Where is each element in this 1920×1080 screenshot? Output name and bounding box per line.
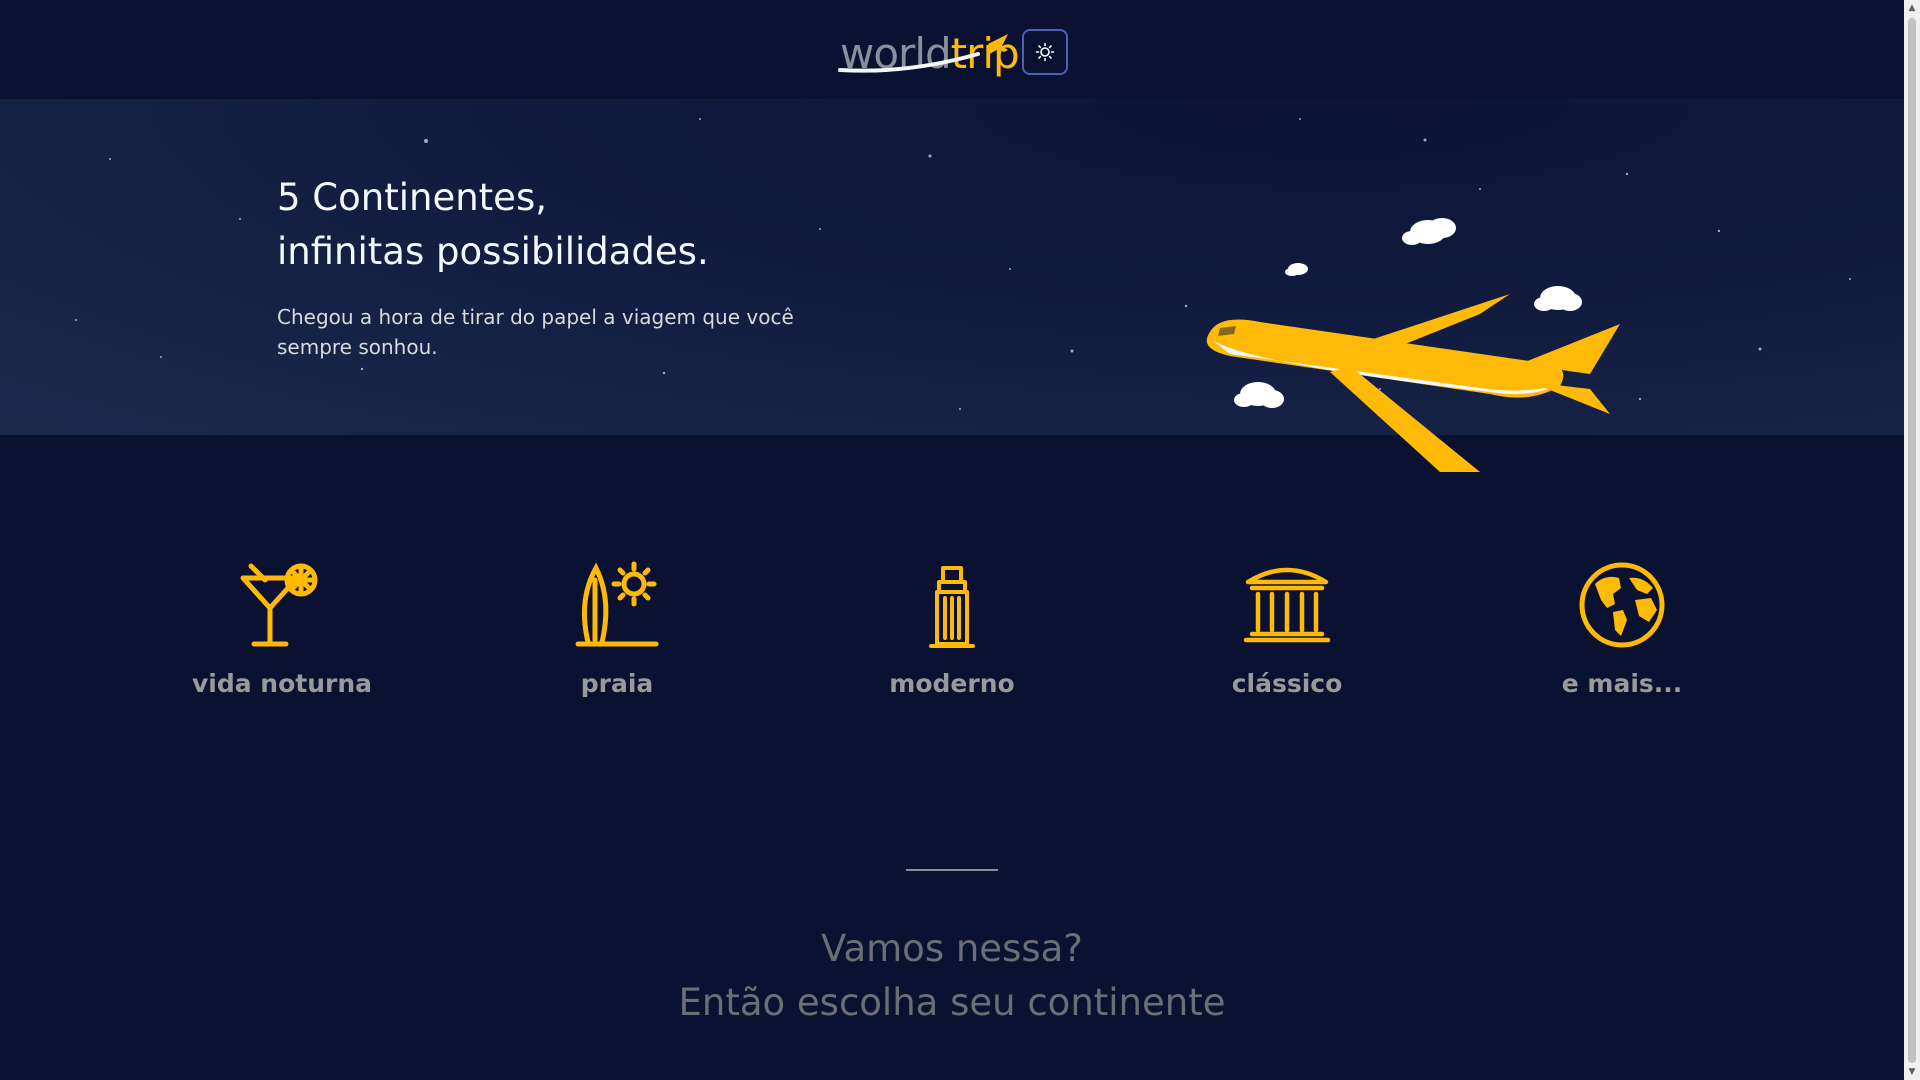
travel-type-praia[interactable]: praia: [507, 560, 727, 702]
travel-type-label: praia: [580, 669, 654, 698]
hero-banner: 5 Continentes, infinitas possibilidades.…: [0, 99, 1904, 472]
theme-toggle-button[interactable]: [1022, 29, 1068, 75]
hero-title: 5 Continentes, infinitas possibilidades.: [277, 176, 709, 273]
globe-icon: [1579, 562, 1665, 648]
travel-type-label: clássico: [1231, 669, 1343, 698]
scrollbar-thumb[interactable]: [1908, 18, 1916, 1063]
hero-subtitle: Chegou a hora de tirar do papel a viagem…: [277, 305, 794, 359]
museum-icon: [1243, 567, 1331, 643]
vertical-scrollbar[interactable]: ▲ ▼: [1904, 0, 1920, 1080]
scroll-up-arrow-icon[interactable]: ▲: [1904, 0, 1920, 16]
worldtrip-logo[interactable]: worldtrip: [838, 22, 1028, 78]
section-divider: [906, 869, 998, 871]
cocktail-icon: [240, 563, 318, 647]
travel-type-label: e mais...: [1561, 669, 1683, 698]
travel-type-e-mais[interactable]: e mais...: [1512, 560, 1732, 702]
travel-type-vida-noturna[interactable]: vida noturna: [172, 560, 392, 702]
surfboard-sun-icon: [575, 561, 659, 647]
skyscraper-icon: [929, 566, 975, 648]
airplane-illustration: [1206, 218, 1620, 472]
travel-type-label: moderno: [889, 669, 1015, 698]
travel-type-label: vida noturna: [191, 669, 373, 698]
travel-types: vida noturna praia moderno clássico e ma…: [0, 560, 1904, 760]
sun-icon: [1035, 42, 1055, 62]
header: worldtrip: [0, 0, 1904, 99]
continent-cta-heading: Vamos nessa? Então escolha seu continent…: [678, 927, 1226, 1024]
travel-type-classico[interactable]: clássico: [1177, 560, 1397, 702]
travel-type-moderno[interactable]: moderno: [842, 560, 1062, 702]
scroll-down-arrow-icon[interactable]: ▼: [1904, 1064, 1920, 1080]
logo-plane-swoosh-icon: [838, 34, 1008, 73]
